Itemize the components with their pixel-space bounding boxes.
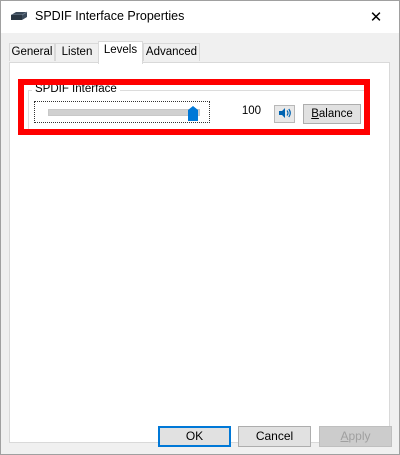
apply-accelerator: A	[340, 429, 349, 443]
tab-general[interactable]: General	[9, 43, 55, 61]
tab-advanced[interactable]: Advanced	[143, 43, 200, 61]
cancel-label: Cancel	[255, 429, 294, 443]
tab-label: Advanced	[145, 46, 198, 58]
ok-label: OK	[185, 429, 204, 443]
red-highlight-box	[18, 79, 370, 135]
tab-label: General	[11, 46, 53, 58]
apply-label: pply	[348, 429, 371, 443]
levels-panel: SPDIF Interface 100 Balance	[9, 62, 390, 443]
tab-label: Levels	[103, 44, 138, 56]
tab-listen[interactable]: Listen	[55, 43, 99, 61]
tab-levels[interactable]: Levels	[98, 41, 143, 64]
window-title: SPDIF Interface Properties	[35, 9, 185, 23]
ok-button[interactable]: OK	[158, 426, 231, 447]
dialog-body: General Listen Levels Advanced SPDIF Int…	[1, 33, 399, 454]
title-bar: SPDIF Interface Properties ✕	[1, 1, 399, 33]
tab-label: Listen	[61, 46, 93, 58]
close-button[interactable]: ✕	[353, 1, 399, 33]
properties-dialog: SPDIF Interface Properties ✕ General Lis…	[0, 0, 400, 455]
apply-button: Apply	[319, 426, 392, 447]
cancel-button[interactable]: Cancel	[238, 426, 311, 447]
close-icon: ✕	[369, 9, 383, 26]
audio-device-icon	[10, 10, 28, 22]
